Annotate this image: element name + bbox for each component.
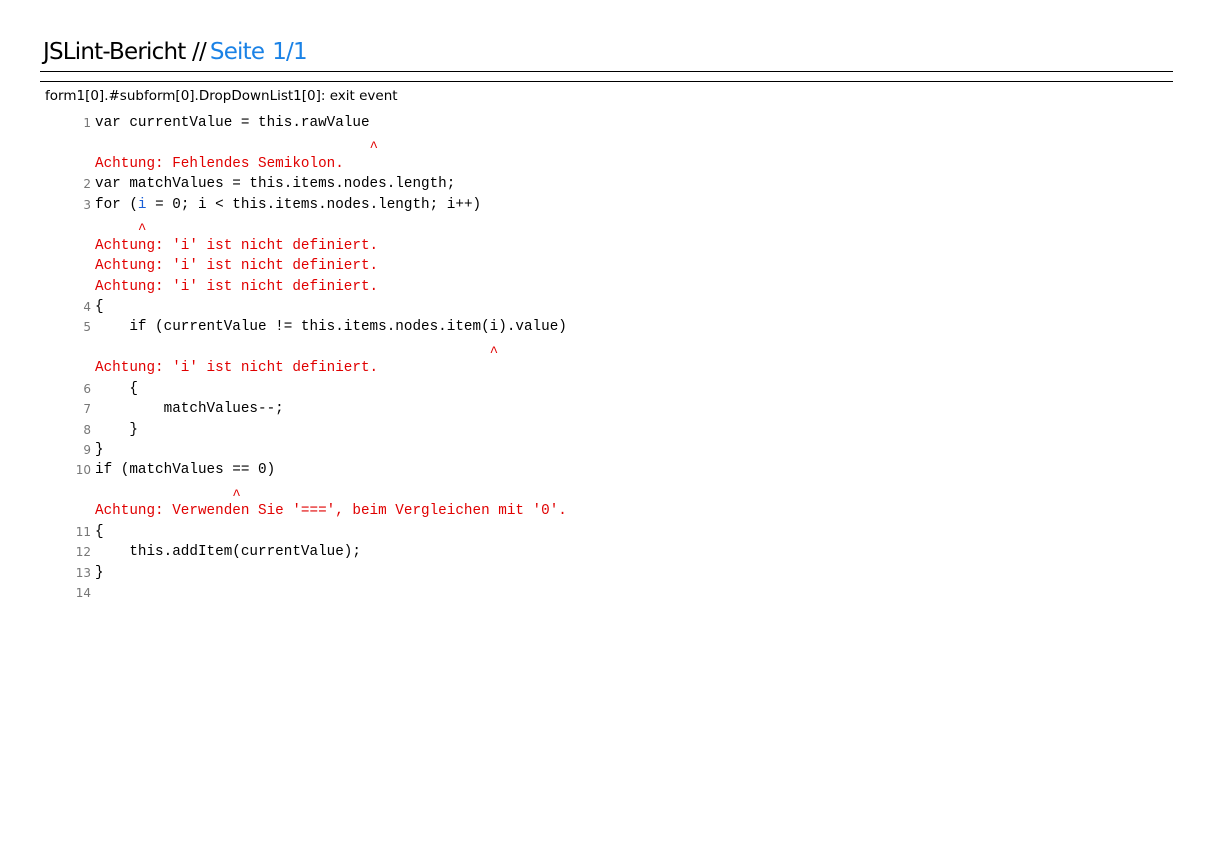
line-number: 3 — [83, 197, 91, 212]
line-number: 7 — [83, 402, 91, 417]
section-title: form1[0].#subform[0].DropDownList1[0]: e… — [45, 88, 398, 104]
source-code-suffix: = 0; i < this.items.nodes.length; i++) — [146, 196, 482, 213]
code-line: 8 } — [0, 420, 1212, 440]
caret-line: ^ — [0, 338, 1212, 361]
source-code: var currentValue = this.rawValue — [95, 115, 370, 131]
code-line: 2 var matchValues = this.items.nodes.leng… — [0, 174, 1212, 194]
page-label: Seite — [209, 39, 265, 65]
code-line: 7 matchValues--; — [0, 399, 1212, 419]
code-line: 13} — [0, 563, 1212, 583]
warning-message: Achtung: Verwenden Sie '===', beim Vergl… — [95, 503, 567, 520]
code-line: 3 for (i = 0; i < this.items.nodes.length… — [0, 195, 1212, 215]
source-code: { — [95, 298, 104, 315]
page-number: 1/1 — [272, 39, 307, 65]
source-code: } — [95, 564, 104, 581]
line-number: 1 — [83, 116, 91, 130]
code-line: 10 if (matchValues == 0) — [0, 460, 1212, 480]
code-line: 12 this.addItem(currentValue); — [0, 542, 1212, 562]
line-number: 6 — [83, 381, 91, 396]
source-code: matchValues--; — [95, 401, 284, 418]
source-code: var matchValues = this.items.nodes.lengt… — [95, 176, 456, 193]
code-line: 1 var currentValue = this.rawValue — [0, 113, 1212, 133]
line-number: 11 — [75, 524, 91, 539]
line-number: 2 — [83, 177, 91, 192]
report-page: JSLint-Bericht //Seite 1/1 form1[0].#subf… — [0, 0, 1212, 857]
page-title: JSLint-Bericht //Seite 1/1 — [43, 36, 308, 68]
warning-message: Achtung: 'i' ist nicht definiert. — [95, 278, 379, 295]
code-line: 11 { — [0, 522, 1212, 542]
line-number: 8 — [83, 422, 91, 437]
line-number: 4 — [83, 299, 91, 314]
warning-message: Achtung: 'i' ist nicht definiert. — [95, 237, 379, 254]
source-code: { — [95, 380, 138, 397]
line-number: 13 — [75, 565, 91, 580]
highlighted-token: i — [137, 196, 147, 213]
caret-line: ^ — [0, 481, 1212, 504]
title-separator: // — [192, 39, 207, 65]
code-listing: 1 var currentValue = this.rawValue ^ Achtu… — [0, 113, 1212, 604]
line-number: 14 — [75, 586, 91, 601]
source-code: { — [95, 523, 104, 540]
source-code: if (matchValues == 0) — [95, 462, 276, 479]
source-code: } — [95, 442, 104, 458]
code-line: 9} — [0, 440, 1212, 460]
code-line: 6 { — [0, 379, 1212, 399]
line-number: 10 — [75, 463, 91, 478]
source-code: if (currentValue != this.items.nodes.ite… — [95, 319, 567, 336]
warning-message: Achtung: Fehlendes Semikolon. — [95, 155, 344, 172]
warning-message: Achtung: 'i' ist nicht definiert. — [95, 258, 379, 275]
code-line: 5 if (currentValue != this.items.nodes.i… — [0, 317, 1212, 337]
source-code: for (i = 0; i < this.items.nodes.length;… — [95, 195, 481, 215]
report-title: JSLint-Bericht — [43, 39, 186, 65]
line-number: 9 — [83, 443, 91, 457]
header-rule-top — [40, 71, 1173, 72]
line-number: 5 — [83, 320, 91, 335]
caret-line: ^ — [0, 133, 1212, 156]
source-code-prefix: for ( — [95, 196, 138, 213]
source-code: } — [95, 421, 138, 438]
warning-line: Achtung: 'i' ist nicht definiert. — [0, 358, 1212, 378]
warning-line: Achtung: Fehlendes Semikolon. — [0, 154, 1212, 174]
warning-line: Achtung: Verwenden Sie '===', beim Vergl… — [0, 501, 1212, 521]
caret-line: ^ — [0, 215, 1212, 238]
warning-line: Achtung: 'i' ist nicht definiert. — [0, 236, 1212, 256]
line-number: 12 — [75, 545, 91, 560]
warning-line: Achtung: 'i' ist nicht definiert. — [0, 256, 1212, 276]
warning-line: Achtung: 'i' ist nicht definiert. — [0, 277, 1212, 297]
warning-message: Achtung: 'i' ist nicht definiert. — [95, 360, 379, 377]
code-line: 4{ — [0, 297, 1212, 317]
source-code: this.addItem(currentValue); — [95, 544, 361, 561]
header-rule-bottom — [40, 81, 1173, 82]
code-line: 14 — [0, 583, 1212, 603]
